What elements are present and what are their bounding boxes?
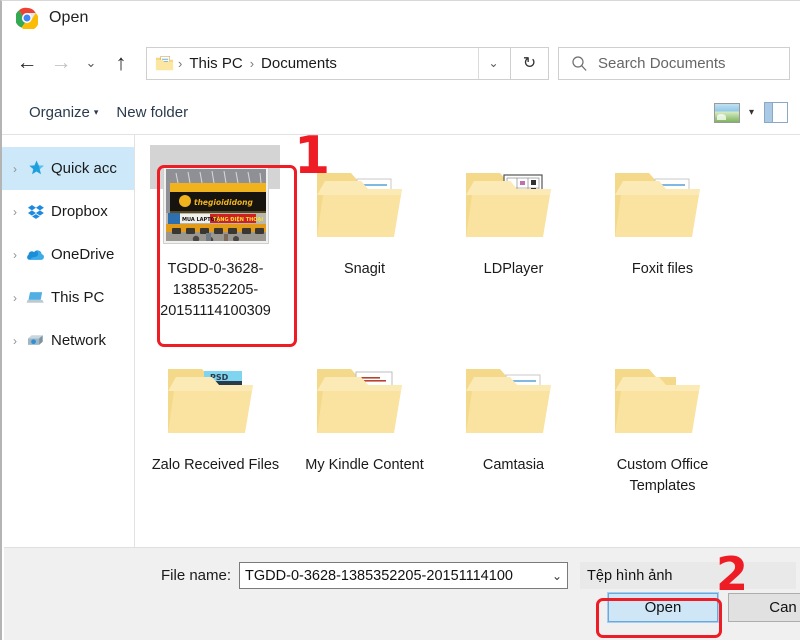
sidebar-item-label: This PC bbox=[51, 289, 105, 306]
expand-chevron-icon[interactable]: › bbox=[6, 162, 24, 176]
open-file-dialog: Open ← → ⌄ ↑ › This PC › Documents ⌄ ↻ S… bbox=[0, 0, 800, 640]
file-name-label: File name: bbox=[161, 567, 232, 584]
expand-chevron-icon[interactable]: › bbox=[6, 248, 24, 262]
svg-text:TẶNG ĐIỆN THOẠI: TẶNG ĐIỆN THOẠI bbox=[213, 215, 263, 223]
folder-icon bbox=[454, 347, 574, 455]
file-item-folder[interactable]: Foxit files bbox=[588, 145, 737, 341]
file-item-label: Foxit files bbox=[631, 261, 694, 277]
image-thumbnail: thegioididong MUA LAPTOP TẶNG ĐIỆN THOẠI bbox=[156, 151, 276, 259]
file-item-label: TGDD-0-3628-1385352205-20151114100309 bbox=[160, 261, 271, 319]
file-item-folder[interactable]: PSD Ps Zalo Received Files bbox=[141, 341, 290, 537]
svg-text:thegioididong: thegioididong bbox=[194, 198, 253, 207]
command-toolbar: Organize ▾ New folder ▾ bbox=[2, 91, 800, 135]
preview-pane-icon[interactable] bbox=[764, 102, 788, 123]
new-folder-button[interactable]: New folder bbox=[107, 104, 197, 121]
view-chevron-down-icon[interactable]: ▾ bbox=[749, 107, 754, 118]
file-item-folder[interactable]: Custom Office Templates bbox=[588, 341, 737, 537]
chrome-icon bbox=[16, 7, 38, 29]
sidebar-item-network[interactable]: › Network bbox=[2, 319, 134, 362]
sidebar-item-quick-access[interactable]: › Quick acc bbox=[2, 147, 134, 190]
dialog-body: › Quick acc › Dropbox › OneDrive › This … bbox=[2, 135, 800, 548]
breadcrumb-separator-0: › bbox=[178, 55, 183, 71]
file-item-folder[interactable]: LDPlayer bbox=[439, 145, 588, 341]
file-item-label: Zalo Received Files bbox=[151, 457, 280, 473]
file-item-image[interactable]: thegioididong MUA LAPTOP TẶNG ĐIỆN THOẠI bbox=[141, 145, 290, 341]
dialog-buttons: Open Can bbox=[607, 592, 800, 623]
organize-label: Organize bbox=[29, 104, 90, 121]
window-title: Open bbox=[49, 9, 89, 26]
documents-folder-icon bbox=[155, 54, 174, 73]
breadcrumb: › This PC › Documents bbox=[176, 55, 478, 72]
address-bar[interactable]: › This PC › Documents ⌄ bbox=[146, 46, 511, 80]
file-item-label: My Kindle Content bbox=[305, 457, 424, 473]
network-icon bbox=[24, 330, 48, 352]
search-box[interactable]: Search Documents bbox=[558, 46, 790, 80]
file-list-pane[interactable]: thegioididong MUA LAPTOP TẶNG ĐIỆN THOẠI bbox=[135, 135, 800, 548]
breadcrumb-separator-1: › bbox=[249, 55, 255, 71]
sidebar-item-label: Dropbox bbox=[51, 203, 108, 220]
breadcrumb-item-documents[interactable]: Documents bbox=[256, 55, 342, 72]
annotation-number-2: 2 bbox=[716, 547, 749, 601]
file-name-input[interactable]: TGDD-0-3628-1385352205-20151114100 ⌄ bbox=[239, 562, 569, 589]
file-item-label: LDPlayer bbox=[483, 261, 544, 277]
sidebar-item-label: Quick acc bbox=[51, 160, 117, 177]
folder-icon bbox=[305, 347, 425, 455]
expand-chevron-icon[interactable]: › bbox=[6, 205, 24, 219]
refresh-button[interactable]: ↻ bbox=[511, 46, 549, 80]
open-button[interactable]: Open bbox=[607, 592, 719, 623]
organize-button[interactable]: Organize ▾ bbox=[20, 104, 107, 121]
chevron-down-icon: ▾ bbox=[93, 107, 99, 117]
sidebar-item-dropbox[interactable]: › Dropbox bbox=[2, 190, 134, 233]
address-dropdown-button[interactable]: ⌄ bbox=[478, 47, 508, 79]
file-name-row: File name: TGDD-0-3628-1385352205-201511… bbox=[4, 562, 800, 589]
file-name-value[interactable]: TGDD-0-3628-1385352205-20151114100 bbox=[240, 568, 547, 584]
search-icon bbox=[571, 55, 588, 72]
file-grid: thegioididong MUA LAPTOP TẶNG ĐIỆN THOẠI bbox=[135, 135, 800, 537]
computer-icon bbox=[24, 287, 48, 309]
large-icons-view-icon[interactable] bbox=[713, 102, 740, 123]
expand-chevron-icon[interactable]: › bbox=[6, 334, 24, 348]
file-item-label: Snagit bbox=[343, 261, 386, 277]
thumbnail-photo: thegioididong MUA LAPTOP TẶNG ĐIỆN THOẠI bbox=[163, 167, 268, 243]
sidebar-item-label: Network bbox=[51, 332, 107, 349]
annotation-number-1: 1 bbox=[294, 135, 331, 186]
file-type-select[interactable]: Tệp hình ảnh bbox=[580, 562, 797, 589]
breadcrumb-item-this-pc[interactable]: This PC bbox=[184, 55, 247, 72]
sidebar-item-label: OneDrive bbox=[51, 246, 115, 263]
file-item-folder[interactable]: My Kindle Content bbox=[290, 341, 439, 537]
recent-locations-button[interactable]: ⌄ bbox=[78, 46, 104, 80]
folder-icon bbox=[603, 151, 723, 259]
forward-button[interactable]: → bbox=[44, 46, 78, 80]
sidebar-item-this-pc[interactable]: › This PC bbox=[2, 276, 134, 319]
file-item-folder[interactable]: Camtasia bbox=[439, 341, 588, 537]
star-icon bbox=[24, 158, 48, 180]
chevron-down-icon[interactable]: ⌄ bbox=[547, 569, 567, 583]
file-type-value: Tệp hình ảnh bbox=[587, 567, 673, 584]
title-bar: Open bbox=[2, 1, 800, 35]
back-button[interactable]: ← bbox=[10, 46, 44, 80]
folder-icon: PSD Ps bbox=[156, 347, 276, 455]
file-item-label: Custom Office Templates bbox=[616, 457, 709, 494]
sidebar-item-onedrive[interactable]: › OneDrive bbox=[2, 233, 134, 276]
dropbox-icon bbox=[24, 201, 48, 223]
expand-chevron-icon[interactable]: › bbox=[6, 291, 24, 305]
onedrive-cloud-icon bbox=[24, 244, 48, 266]
up-button[interactable]: ↑ bbox=[104, 46, 138, 80]
file-item-label: Camtasia bbox=[482, 457, 545, 473]
folder-icon bbox=[603, 347, 723, 455]
dialog-footer: File name: TGDD-0-3628-1385352205-201511… bbox=[4, 547, 800, 640]
search-input[interactable]: Search Documents bbox=[598, 55, 726, 72]
navigation-bar: ← → ⌄ ↑ › This PC › Documents ⌄ ↻ Search… bbox=[2, 35, 800, 91]
folder-icon bbox=[454, 151, 574, 259]
navigation-pane: › Quick acc › Dropbox › OneDrive › This … bbox=[2, 135, 135, 548]
